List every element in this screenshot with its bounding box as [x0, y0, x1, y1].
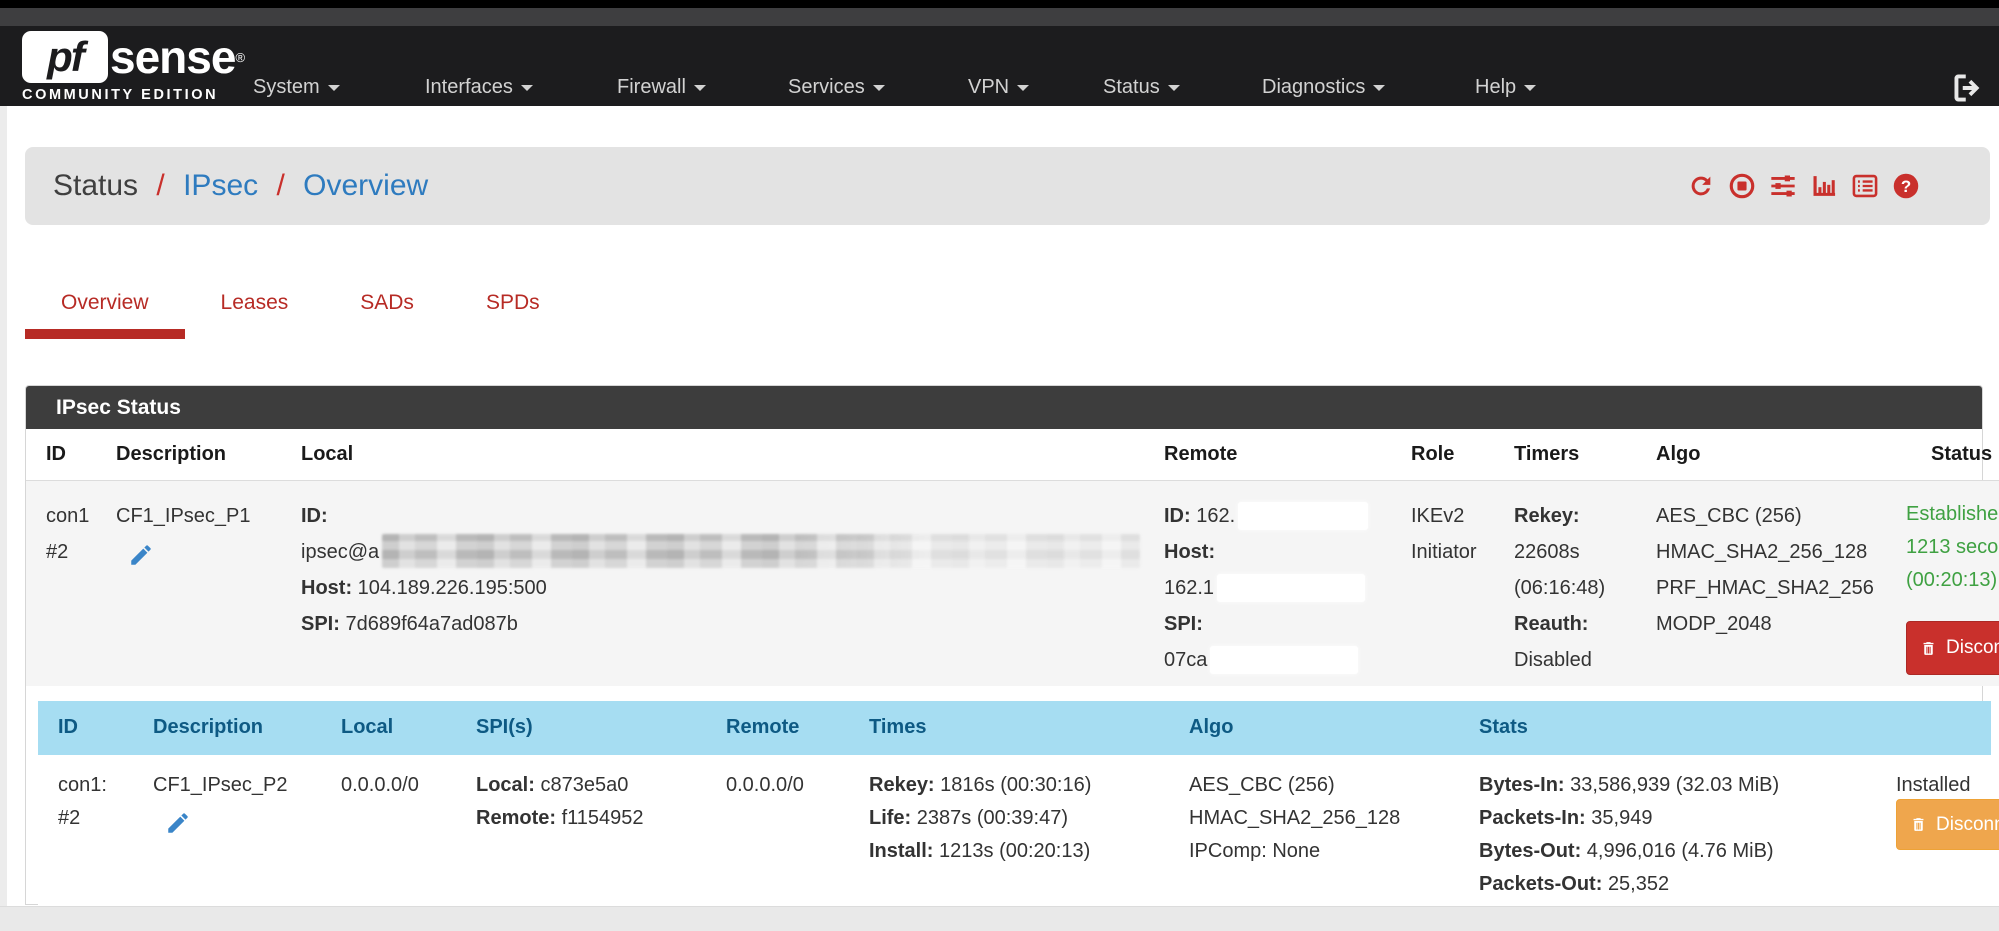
col-header-local: Local [301, 443, 353, 466]
col-header-status: Status [1931, 443, 1992, 466]
cell-description: CF1_IPsec_P2 [153, 769, 288, 836]
trash-icon [1920, 639, 1937, 658]
cell-remote: ID: 162. Host: 162.1 SPI: 07ca [1164, 498, 1368, 678]
edit-icon[interactable] [165, 810, 191, 836]
cell-status: Established 1213 seconds (00:20:13) [1906, 498, 1999, 597]
sliders-icon[interactable] [1769, 172, 1797, 200]
ike-table-header: ID Description Local Remote Role Timers … [26, 429, 1999, 481]
pfsense-logo[interactable]: pf sense ® COMMUNITY EDITION [22, 30, 245, 103]
cell-algo: AES_CBC (256) HMAC_SHA2_256_128 IPComp: … [1189, 769, 1400, 868]
main-navbar: pf sense ® COMMUNITY EDITION System Inte… [0, 26, 1999, 106]
cell-status: Installed [1896, 769, 1971, 802]
col-header-times: Times [869, 716, 926, 739]
list-icon[interactable] [1851, 172, 1879, 200]
pfsense-logo-sense: sense [110, 30, 235, 84]
chevron-down-icon [694, 85, 706, 91]
breadcrumb-actions: ? [1687, 172, 1920, 200]
cell-remote: 0.0.0.0/0 [726, 769, 804, 802]
nav-item-services[interactable]: Services [788, 76, 885, 99]
ipsec-tabs: Overview Leases SADs SPDs [25, 285, 576, 339]
breadcrumb-link-overview[interactable]: Overview [303, 169, 428, 202]
refresh-icon[interactable] [1687, 172, 1715, 200]
col-header-id: ID [46, 443, 66, 466]
pfsense-logo-pf: pf [22, 31, 108, 83]
col-header-remote: Remote [726, 716, 799, 739]
col-header-spi: SPI(s) [476, 716, 533, 739]
table-row: con1 #2 CF1_IPsec_P1 ID: ipsec@a Host: 1… [26, 481, 1999, 686]
nav-item-interfaces[interactable]: Interfaces [425, 76, 533, 99]
chevron-down-icon [873, 85, 885, 91]
chevron-down-icon [1168, 85, 1180, 91]
col-header-algo: Algo [1189, 716, 1233, 739]
breadcrumb-section: Status [53, 169, 138, 202]
redacted-value [1238, 502, 1368, 530]
tab-leases[interactable]: Leases [185, 285, 325, 339]
nav-item-vpn[interactable]: VPN [968, 76, 1029, 99]
nav-item-system[interactable]: System [253, 76, 340, 99]
cell-times: Rekey: 1816s (00:30:16) Life: 2387s (00:… [869, 769, 1091, 868]
stop-icon[interactable] [1728, 172, 1756, 200]
cell-spi: Local: c873e5a0 Remote: f1154952 [476, 769, 644, 835]
cell-stats: Bytes-In: 33,586,939 (32.03 MiB) Packets… [1479, 769, 1779, 901]
nav-item-firewall[interactable]: Firewall [617, 76, 706, 99]
col-header-id: ID [58, 716, 78, 739]
breadcrumb-separator: / [156, 169, 164, 202]
chevron-down-icon [1017, 85, 1029, 91]
breadcrumb-link-ipsec[interactable]: IPsec [183, 169, 258, 202]
chevron-down-icon [328, 85, 340, 91]
col-header-role: Role [1411, 443, 1454, 466]
cell-algo: AES_CBC (256) HMAC_SHA2_256_128 PRF_HMAC… [1656, 498, 1874, 642]
chevron-down-icon [521, 85, 533, 91]
trash-icon [1910, 815, 1927, 834]
page-bottom-area [0, 906, 1999, 931]
child-table-header: ID Description Local SPI(s) Remote Times… [38, 701, 1991, 755]
col-header-description: Description [116, 443, 226, 466]
disconnect-button[interactable]: Disconnect [1906, 621, 1999, 675]
svg-text:?: ? [1901, 177, 1911, 196]
col-header-local: Local [341, 716, 393, 739]
help-icon[interactable]: ? [1892, 172, 1920, 200]
disconnect-button[interactable]: Disconnect [1896, 799, 1999, 850]
sign-out-icon[interactable] [1950, 70, 1986, 106]
nav-item-diagnostics[interactable]: Diagnostics [1262, 76, 1385, 99]
cell-role: IKEv2 Initiator [1411, 498, 1477, 570]
redacted-value [1217, 574, 1365, 602]
table-row: con1: #2 CF1_IPsec_P2 0.0.0.0/0 Local: c… [38, 755, 1991, 906]
breadcrumb: Status / IPsec / Overview [53, 169, 428, 203]
window-top-strip [0, 0, 1999, 8]
chevron-down-icon [1524, 85, 1536, 91]
cell-timers: Rekey: 22608s (06:16:48) Reauth: Disable… [1514, 498, 1605, 678]
cell-id: con1 #2 [46, 498, 89, 570]
ipsec-status-panel: IPsec Status ID Description Local Remote… [25, 385, 1983, 905]
bar-chart-icon[interactable] [1810, 172, 1838, 200]
redacted-value [382, 534, 1140, 568]
cell-id: con1: #2 [58, 769, 107, 835]
pfsense-logo-subtitle: COMMUNITY EDITION [22, 87, 245, 103]
nav-item-help[interactable]: Help [1475, 76, 1536, 99]
registered-mark: ® [235, 50, 245, 65]
breadcrumb-separator: / [276, 169, 284, 202]
col-header-remote: Remote [1164, 443, 1237, 466]
col-header-timers: Timers [1514, 443, 1579, 466]
redacted-value [1210, 646, 1358, 674]
cell-description: CF1_IPsec_P1 [116, 498, 251, 568]
panel-title: IPsec Status [26, 386, 1982, 429]
col-header-stats: Stats [1479, 716, 1528, 739]
breadcrumb-panel: Status / IPsec / Overview ? [25, 147, 1990, 225]
cell-local: ID: ipsec@a Host: 104.189.226.195:500 SP… [301, 498, 1140, 642]
page-left-edge [0, 106, 7, 906]
tab-overview[interactable]: Overview [25, 285, 185, 339]
edit-icon[interactable] [128, 542, 154, 568]
child-sa-table: ID Description Local SPI(s) Remote Times… [38, 701, 1991, 906]
window-title-strip [0, 8, 1999, 26]
cell-local: 0.0.0.0/0 [341, 769, 419, 802]
col-header-algo: Algo [1656, 443, 1700, 466]
tab-sads[interactable]: SADs [324, 285, 450, 339]
chevron-down-icon [1373, 85, 1385, 91]
tab-spds[interactable]: SPDs [450, 285, 576, 339]
nav-item-status[interactable]: Status [1103, 76, 1180, 99]
col-header-description: Description [153, 716, 263, 739]
